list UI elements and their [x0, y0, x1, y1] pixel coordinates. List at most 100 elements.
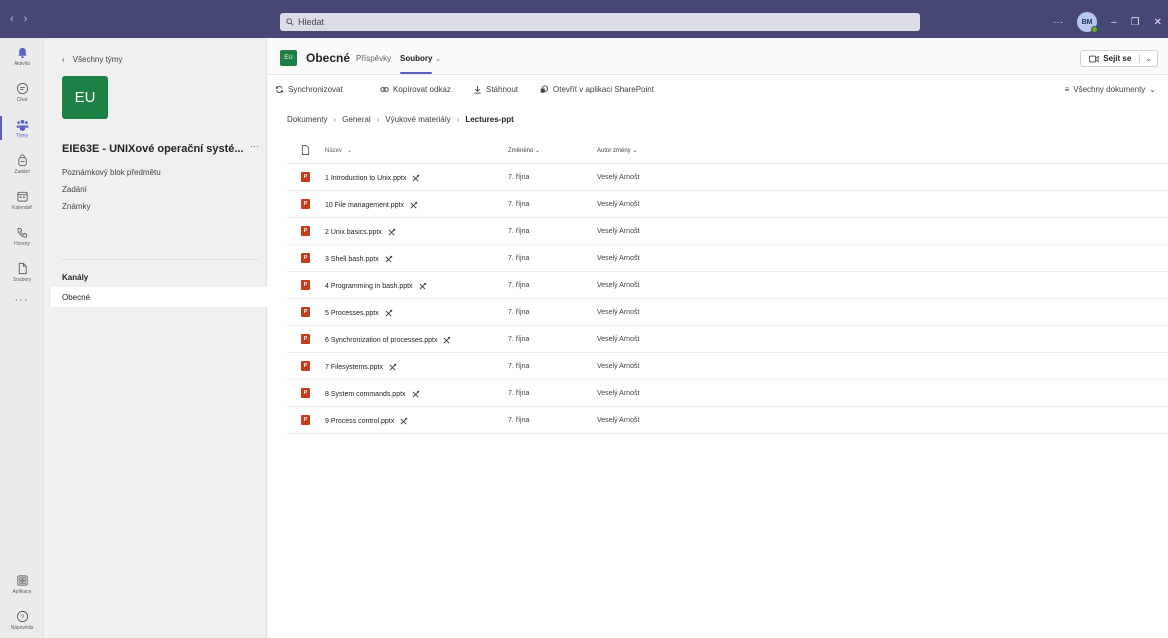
modified-date: 7. října	[508, 363, 530, 370]
table-header: Název ⌄ Změněno ⌄ Autor změny ⌄	[287, 138, 1168, 164]
modified-by: Veselý Arnošt	[597, 390, 640, 397]
table-row[interactable]: P 5 Processes.pptx 7. října Veselý Arnošt	[287, 299, 1168, 326]
modified-date: 7. října	[508, 336, 530, 343]
back-label: Všechny týmy	[72, 55, 123, 64]
rail-label: Aplikace	[12, 588, 32, 595]
copy-link-label: Kopírovat odkaz	[393, 85, 451, 94]
column-name[interactable]: Název ⌄	[325, 147, 352, 155]
rail-help[interactable]: ? Nápověda	[0, 602, 44, 638]
column-author[interactable]: Autor změny ⌄	[597, 147, 637, 154]
chevron-right-icon: ›	[376, 115, 380, 124]
column-modified[interactable]: Změněno ⌄	[508, 147, 540, 154]
rail-files[interactable]: Soubory	[0, 254, 44, 290]
table-row[interactable]: P 6 Synchronization of processes.pptx 7. ř…	[287, 326, 1168, 353]
modified-by: Veselý Arnošt	[597, 174, 640, 181]
avatar[interactable]: BM	[1077, 12, 1099, 33]
breadcrumb-item[interactable]: General	[342, 115, 370, 124]
powerpoint-file-icon: P	[301, 361, 310, 371]
channel-item-general[interactable]: Obecné	[51, 287, 267, 307]
download-button[interactable]: Stáhnout	[473, 85, 518, 94]
file-name-cell[interactable]: 1 Introduction to Unix.pptx	[325, 174, 420, 183]
team-link-notebook[interactable]: Poznámkový blok předmětu	[62, 168, 161, 177]
file-name-cell[interactable]: 7 Filesystems.pptx	[325, 363, 397, 372]
breadcrumb-item[interactable]: Výukové materiály	[385, 115, 450, 124]
breadcrumb-item[interactable]: Dokumenty	[287, 115, 327, 124]
file-name-cell[interactable]: 8 System commands.pptx	[325, 390, 420, 399]
file-name-cell[interactable]: 10 File management.pptx	[325, 201, 418, 210]
close-icon[interactable]: ✕	[1154, 17, 1162, 28]
file-name-cell[interactable]: 2 Unix basics.pptx	[325, 228, 396, 237]
pinned-icon	[385, 255, 392, 263]
team-more-icon[interactable]: ···	[250, 141, 259, 151]
team-link-assignments[interactable]: Zadání	[62, 185, 87, 194]
table-row[interactable]: P 7 Filesystems.pptx 7. října Veselý Arnošt	[287, 353, 1168, 380]
rail-activity[interactable]: Aktivita	[0, 38, 44, 74]
file-name: 2 Unix basics.pptx	[325, 229, 382, 236]
avatar-initials: BM	[1081, 18, 1093, 26]
rail-assignments[interactable]: Zadání	[0, 146, 44, 182]
table-row[interactable]: P 3 Shell bash.pptx 7. října Veselý Arnošt	[287, 245, 1168, 272]
modified-date: 7. října	[508, 417, 530, 424]
modified-by: Veselý Arnošt	[597, 201, 640, 208]
table-row[interactable]: P 8 System commands.pptx 7. října Veselý Ar…	[287, 380, 1168, 407]
tab-posts[interactable]: Příspěvky	[356, 54, 391, 63]
pinned-icon	[389, 363, 397, 371]
modified-date: 7. října	[508, 174, 530, 181]
file-name-cell[interactable]: 6 Synchronization of processes.pptx	[325, 336, 451, 345]
tab-files[interactable]: Soubory ⌄	[400, 54, 441, 63]
table-row[interactable]: P 10 File management.pptx 7. října Veselý A…	[287, 191, 1168, 218]
file-icon	[18, 262, 27, 274]
rail-chat[interactable]: Chat	[0, 74, 44, 110]
pinned-icon	[400, 417, 408, 425]
view-selector[interactable]: ≡ Všechny dokumenty ⌄	[1065, 85, 1156, 94]
team-link-grades[interactable]: Známky	[62, 202, 90, 211]
backpack-icon	[17, 153, 27, 166]
rail-more-icon[interactable]: ···	[0, 294, 43, 306]
meet-button[interactable]: Sejít se	[1081, 54, 1139, 63]
rail-apps[interactable]: Aplikace	[0, 566, 44, 602]
sync-button[interactable]: Synchronizovat	[275, 85, 343, 94]
forward-arrow-icon[interactable]: ›	[24, 13, 28, 25]
tab-label: Soubory	[400, 54, 433, 63]
copy-link-button[interactable]: Kopírovat odkaz	[380, 85, 451, 94]
sync-label: Synchronizovat	[288, 85, 343, 94]
powerpoint-file-icon: P	[301, 226, 310, 236]
file-name-cell[interactable]: 9 Process control.pptx	[325, 417, 408, 426]
all-teams-back-button[interactable]: ‹ Všechny týmy	[62, 55, 122, 64]
rail-label: Kalendář	[11, 204, 32, 211]
search-input[interactable]: Hledat	[280, 13, 920, 31]
table-row[interactable]: P 4 Programming in bash.pptx 7. října Vesel…	[287, 272, 1168, 299]
rail-label: Hovory	[14, 240, 30, 247]
table-row[interactable]: P 2 Unix basics.pptx 7. října Veselý Arnošt	[287, 218, 1168, 245]
team-avatar: EU	[62, 76, 108, 119]
rail-calendar[interactable]: Kalendář	[0, 182, 44, 218]
file-name-cell[interactable]: 5 Processes.pptx	[325, 309, 393, 318]
minimize-icon[interactable]: –	[1111, 17, 1117, 28]
channel-header: EU Obecné Příspěvky Soubory ⌄ Sejít se ⌄	[267, 38, 1168, 75]
phone-icon	[16, 227, 27, 238]
modified-by: Veselý Arnošt	[597, 228, 640, 235]
rail-label: Aktivita	[13, 60, 31, 67]
table-row[interactable]: P 9 Process control.pptx 7. října Veselý Ar…	[287, 407, 1168, 434]
file-type-icon[interactable]	[301, 145, 310, 157]
rail-teams[interactable]: Týmy	[0, 110, 44, 146]
file-name-cell[interactable]: 3 Shell bash.pptx	[325, 255, 393, 264]
meet-control: Sejít se ⌄	[1080, 50, 1158, 67]
file-name-cell[interactable]: 4 Programming in bash.pptx	[325, 282, 427, 291]
meet-dropdown-icon[interactable]: ⌄	[1139, 54, 1157, 63]
chat-icon	[16, 82, 28, 94]
channel-label: Obecné	[62, 292, 91, 302]
table-row[interactable]: P 1 Introduction to Unix.pptx 7. října Vese…	[287, 164, 1168, 191]
file-name: 7 Filesystems.pptx	[325, 364, 383, 371]
file-name: 8 System commands.pptx	[325, 391, 406, 398]
main-content: EU Obecné Příspěvky Soubory ⌄ Sejít se ⌄…	[267, 38, 1168, 638]
modified-by: Veselý Arnošt	[597, 255, 640, 262]
open-sharepoint-button[interactable]: Otevřít v aplikaci SharePoint	[540, 85, 654, 94]
maximize-icon[interactable]: ❐	[1131, 17, 1140, 28]
back-arrow-icon[interactable]: ‹	[10, 13, 14, 25]
more-options-icon[interactable]: ···	[1053, 17, 1063, 28]
file-name: 10 File management.pptx	[325, 202, 404, 209]
chevron-left-icon: ‹	[62, 55, 65, 64]
chevron-right-icon: ›	[456, 115, 460, 124]
rail-calls[interactable]: Hovory	[0, 218, 44, 254]
